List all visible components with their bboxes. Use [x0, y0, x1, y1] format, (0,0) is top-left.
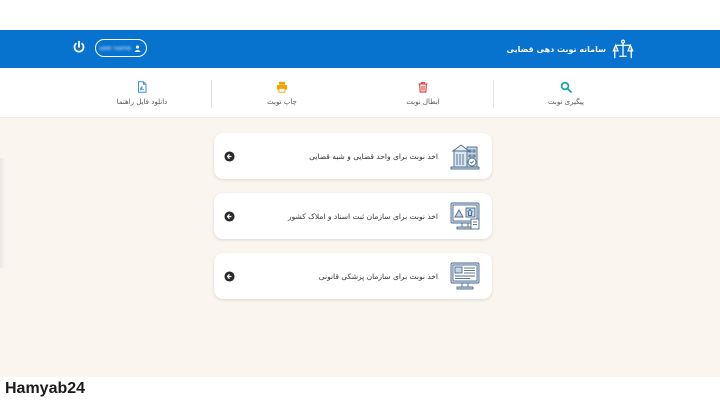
user-menu-button[interactable]: user name	[95, 39, 147, 57]
service-card-registry[interactable]: اخذ نوبت برای سازمان ثبت اسناد و املاک ک…	[214, 193, 492, 239]
power-icon[interactable]	[72, 40, 86, 54]
track-appointment-button[interactable]: پیگیری نوبت	[496, 68, 636, 118]
top-blank-area	[0, 0, 720, 30]
service-label: اخذ نوبت برای واحد قضایی و شبه قضایی	[309, 151, 438, 161]
arrow-left-icon	[224, 270, 235, 282]
divider	[493, 80, 494, 108]
watermark-text: Hamyab24	[5, 380, 86, 397]
app-title: سامانه نوبت دهی قضایی	[506, 44, 607, 54]
tool-label: چاپ نوبت	[267, 97, 297, 106]
medical-monitor-icon	[450, 262, 480, 290]
footer: Hamyab24	[0, 377, 720, 405]
user-name: user name	[98, 44, 131, 52]
service-label: اخذ نوبت برای سازمان پزشکی قانونی	[318, 271, 438, 281]
registry-monitor-icon	[450, 202, 480, 230]
court-building-icon	[450, 144, 480, 170]
print-appointment-button[interactable]: چاپ نوبت	[212, 68, 352, 118]
download-guide-button[interactable]: دانلود فایل راهنما	[72, 68, 212, 118]
scales-of-justice-icon	[612, 39, 634, 59]
arrow-left-icon	[224, 210, 235, 222]
search-icon	[560, 81, 572, 93]
printer-icon	[276, 81, 288, 93]
brand[interactable]: سامانه نوبت دهی قضایی	[507, 38, 635, 60]
trash-icon	[418, 81, 428, 93]
service-label: اخذ نوبت برای سازمان ثبت اسناد و املاک ک…	[288, 211, 438, 221]
tool-label: دانلود فایل راهنما	[116, 97, 168, 106]
arrow-left-icon	[224, 150, 235, 162]
main-content: اخذ نوبت برای واحد قضایی و شبه قضایی اخذ…	[0, 118, 720, 377]
document-icon	[138, 80, 147, 93]
tool-label: ابطال نوبت	[406, 97, 440, 106]
user-icon	[134, 45, 141, 52]
service-card-judicial[interactable]: اخذ نوبت برای واحد قضایی و شبه قضایی	[214, 133, 492, 179]
tool-label: پیگیری نوبت	[548, 97, 584, 106]
cancel-appointment-button[interactable]: ابطال نوبت	[353, 68, 493, 118]
toolbar: پیگیری نوبت ابطال نوبت چاپ نوبت دانلود ف…	[0, 68, 720, 118]
header-bar: سامانه نوبت دهی قضایی user name	[0, 30, 720, 68]
side-edge	[0, 158, 6, 268]
service-card-forensic[interactable]: اخذ نوبت برای سازمان پزشکی قانونی	[214, 253, 492, 299]
